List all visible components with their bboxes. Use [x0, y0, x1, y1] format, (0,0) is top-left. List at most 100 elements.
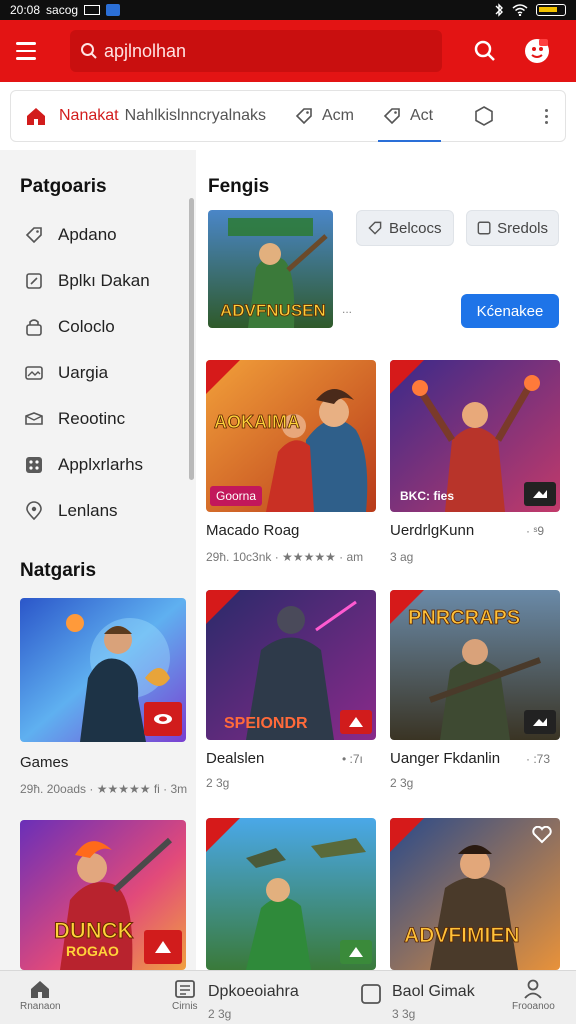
- sidebar-item-label: Reootinc: [58, 409, 126, 428]
- card-ribbon: [206, 590, 240, 624]
- favorite-heart-icon[interactable]: [532, 825, 552, 849]
- list-icon: [174, 980, 195, 998]
- bottom-nav-mid2-title: Baol Gimak: [392, 983, 475, 1000]
- card-ribbon: [206, 818, 240, 852]
- game-side-info: • :7ı: [342, 752, 363, 766]
- nav-home[interactable]: Nanakat: [25, 105, 119, 127]
- mail-icon: [22, 407, 46, 431]
- person-icon: [524, 979, 543, 999]
- game-card[interactable]: AOKAIMA Goorna: [206, 360, 376, 512]
- more-options-icon[interactable]: [541, 108, 551, 124]
- nav-tab-1[interactable]: Nahlkislnncryalnaks: [125, 107, 266, 125]
- game-title[interactable]: Games: [20, 754, 68, 771]
- card-corner-icon: [340, 710, 372, 734]
- nav-tab-3[interactable]: Act: [377, 106, 442, 142]
- menu-icon[interactable]: [16, 34, 50, 68]
- card-corner-icon: [524, 482, 556, 506]
- search-input[interactable]: apjlnolhan: [70, 30, 442, 72]
- sidebar-scrollbar[interactable]: [189, 198, 194, 480]
- bottom-nav-mid1-text[interactable]: Dpkoeoiahra 2 3g: [208, 983, 299, 1021]
- sidebar-heading: Patgoaris: [20, 176, 107, 197]
- nav-tab-2[interactable]: Acm: [294, 106, 354, 126]
- game-side-info: · :73: [526, 752, 551, 766]
- filter-chip-1-label: Belcocs: [389, 219, 442, 237]
- game-meta: 2 3g: [390, 776, 414, 790]
- svg-text:ROGAO: ROGAO: [66, 943, 119, 959]
- tag-icon: [368, 221, 382, 235]
- game-title[interactable]: Macado Roag: [206, 522, 299, 539]
- filter-chip-2[interactable]: Sredols: [466, 210, 559, 246]
- sidebar-item-label: Apdano: [58, 225, 117, 244]
- svg-text:AOKAIMA: AOKAIMA: [214, 412, 300, 432]
- bottom-nav-mid2[interactable]: Baol Gimak 3 3g: [360, 983, 475, 1021]
- game-title[interactable]: UerdrlgKunn: [390, 522, 474, 539]
- card-badge: Goorna: [210, 486, 263, 506]
- tag-icon: [22, 223, 46, 247]
- game-card[interactable]: BKC: fies: [390, 360, 560, 512]
- profile-avatar-icon[interactable]: [522, 36, 552, 66]
- nav-tab-3-label: Act: [409, 107, 434, 124]
- card-ribbon: [390, 360, 424, 394]
- game-card[interactable]: ADVFIMIEN: [390, 818, 560, 970]
- game-meta: 3 ag: [390, 550, 414, 564]
- sidebar-item-2[interactable]: Coloclo: [0, 304, 196, 350]
- game-meta: 2 3g: [206, 776, 230, 790]
- screenshot-icon: [84, 5, 101, 15]
- app-notification-icon: [106, 4, 121, 16]
- search-button[interactable]: [470, 36, 500, 66]
- sidebar-item-4[interactable]: Reootinc: [0, 396, 196, 442]
- home-icon: [27, 108, 45, 125]
- bottom-nav-home[interactable]: Rnanaon: [20, 977, 61, 1012]
- game-thumbnail[interactable]: [20, 598, 186, 742]
- hexagon-icon: [475, 106, 493, 126]
- svg-text:ADVFNUSEN: ADVFNUSEN: [220, 301, 326, 320]
- app-header: apjlnolhan: [0, 20, 576, 82]
- featured-game-image[interactable]: ADVFNUSEN: [208, 210, 333, 328]
- sidebar-item-label: Applxrlarhs: [58, 455, 144, 474]
- battery-icon: [536, 4, 566, 16]
- filter-chip-2-label: Sredols: [497, 219, 548, 237]
- sidebar-item-5[interactable]: Applxrlarhs: [0, 442, 196, 488]
- status-time: 20:08: [10, 3, 41, 17]
- nav-home-label: Nanakat: [59, 107, 119, 124]
- card-corner-icon: [340, 940, 372, 964]
- apps-icon: [22, 453, 46, 477]
- sidebar-item-6[interactable]: Lenlans: [0, 488, 196, 534]
- sidebar-item-label: Lenlans: [58, 501, 118, 520]
- primary-action-button[interactable]: Kćenakee: [461, 294, 559, 328]
- card-badge: BKC: fies: [400, 489, 455, 503]
- wifi-icon: [512, 4, 528, 16]
- game-card[interactable]: PNRCRAPS: [390, 590, 560, 740]
- category-nav: Nanakat Nahlkislnncryalnaks Acm Act: [10, 90, 566, 142]
- game-thumbnail[interactable]: DUNCK ROGAO: [20, 820, 186, 970]
- bottom-nav-home-label: Rnanaon: [20, 1001, 61, 1012]
- sidebar-item-1[interactable]: Bplkı Dakan: [0, 258, 196, 304]
- checkbox-icon: [361, 984, 381, 1004]
- sidebar-item-0[interactable]: Apdano: [0, 212, 196, 258]
- game-title[interactable]: Dealslen: [206, 750, 264, 767]
- filter-chip-1[interactable]: Belcocs: [356, 210, 454, 246]
- sidebar-item-3[interactable]: Uargia: [0, 350, 196, 396]
- bottom-nav-mid1-title: Dpkoeoiahra: [208, 983, 299, 1000]
- sidebar-item-label: Uargia: [58, 363, 109, 382]
- image-icon: [22, 361, 46, 385]
- thumbnail-badge: [144, 930, 182, 964]
- game-meta: 29ħ. 20oads · ★★★★★ fi · 3m: [20, 782, 188, 796]
- bottom-nav-mid1-sub: 2 3g: [208, 1007, 232, 1021]
- lock-icon: [22, 315, 46, 339]
- game-title[interactable]: Uanger Fkdanlin: [390, 750, 500, 767]
- nav-hexagon[interactable]: [473, 105, 495, 127]
- status-carrier: sacog: [46, 3, 79, 17]
- location-icon: [22, 499, 46, 523]
- main-content: Fengis ADVFNUSEN ... Belcocs Sredols Kće…: [196, 150, 576, 970]
- bottom-nav-profile[interactable]: Frooanoo: [512, 977, 555, 1012]
- svg-text:PNRCRAPS: PNRCRAPS: [408, 607, 520, 629]
- bottom-nav-games[interactable]: Cirnis: [172, 977, 198, 1012]
- game-card[interactable]: SPEIONDR: [206, 590, 376, 740]
- game-card[interactable]: [206, 818, 376, 970]
- edit-box-icon: [22, 269, 46, 293]
- tag-icon: [295, 108, 312, 125]
- status-bar: 20:08 sacog: [0, 0, 576, 20]
- svg-text:SPEIONDR: SPEIONDR: [224, 715, 308, 732]
- sidebar-item-label: Coloclo: [58, 317, 115, 336]
